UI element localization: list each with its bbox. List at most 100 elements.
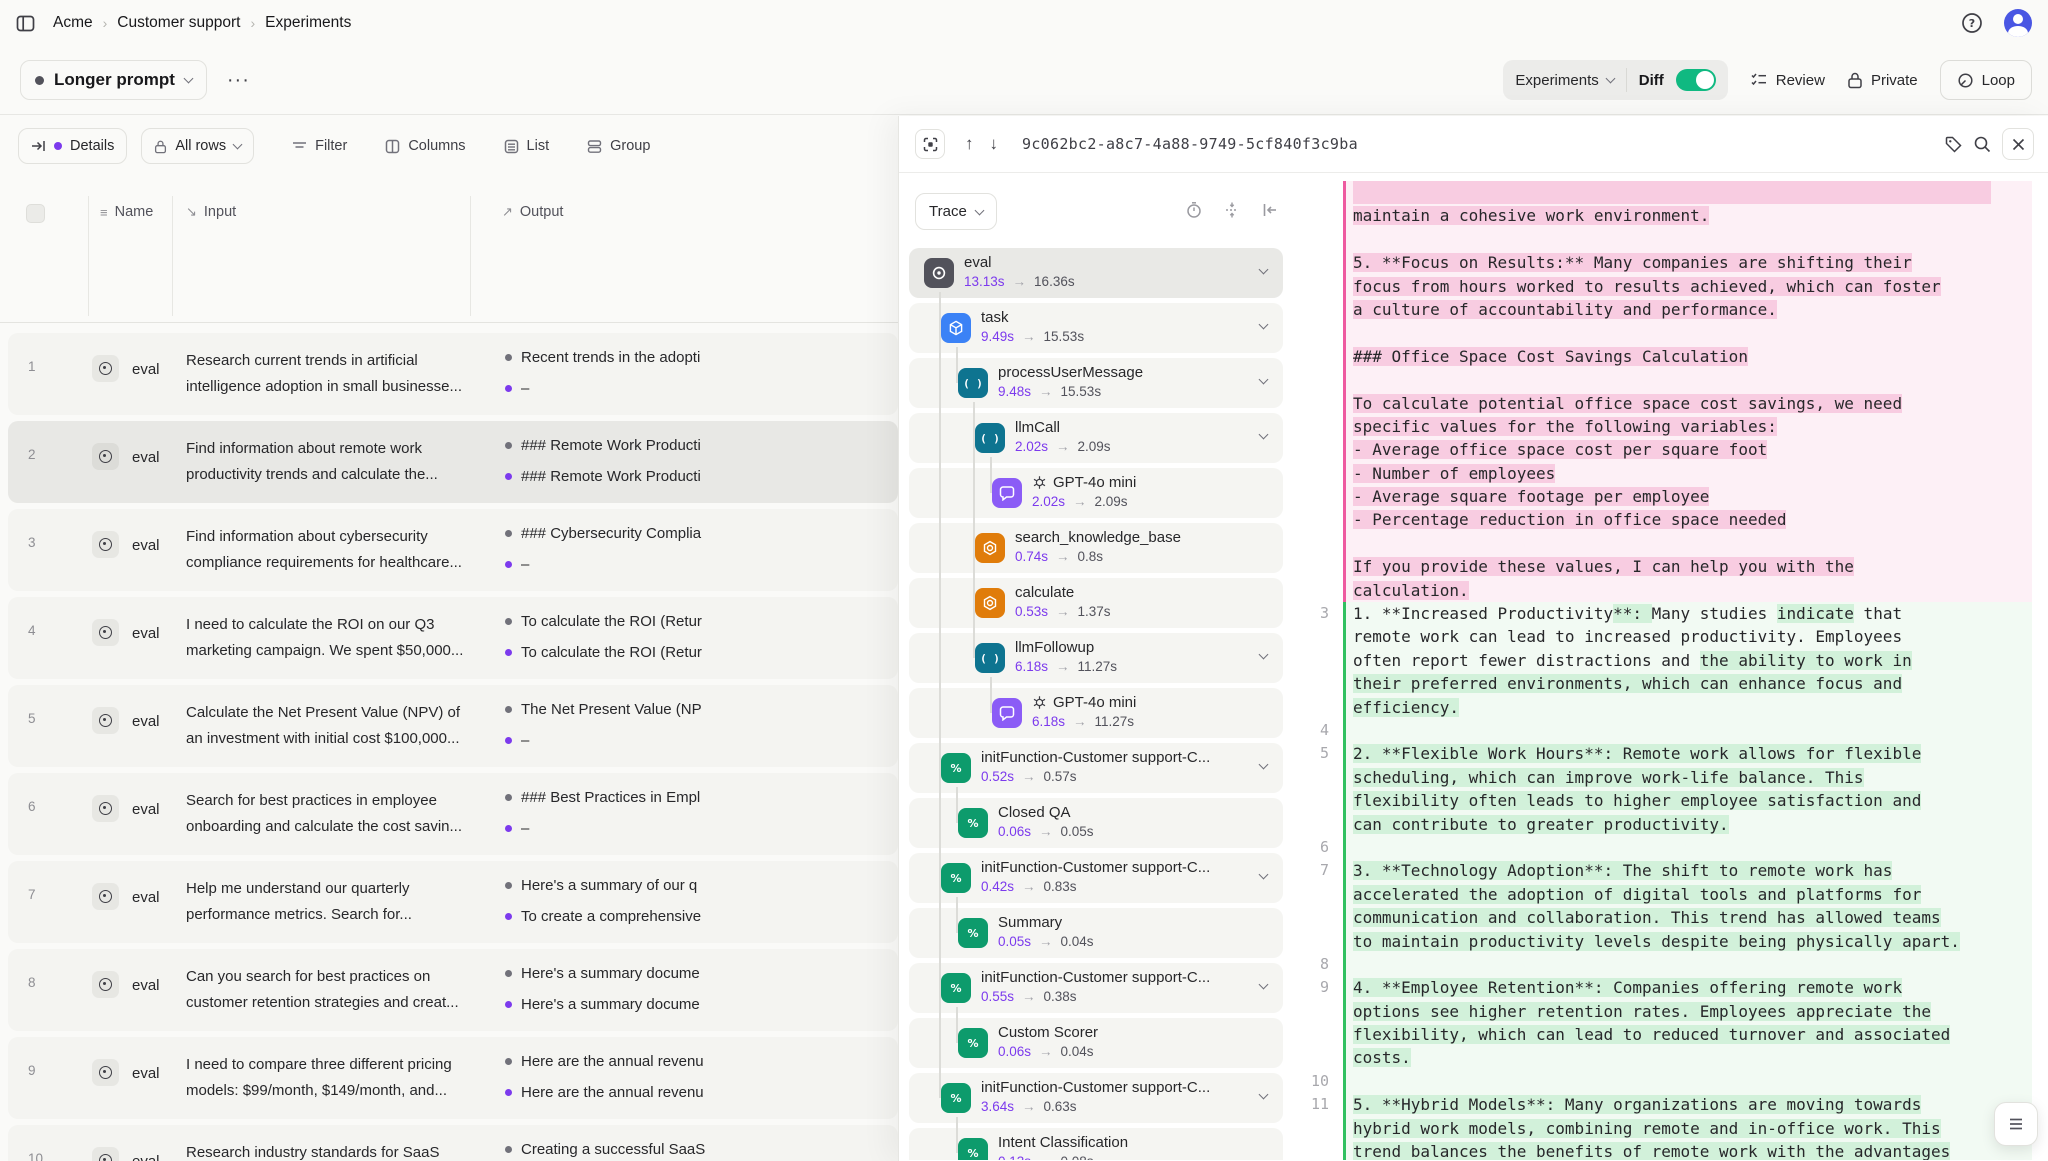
trace-view-selector[interactable]: Trace <box>915 193 997 230</box>
trace-view-label: Trace <box>929 203 967 220</box>
svg-text:%: % <box>967 927 978 940</box>
row-output-base: To calculate the ROI (Retur <box>505 613 897 630</box>
collapse-vertical-icon[interactable] <box>1223 201 1241 219</box>
compare-output-dot <box>505 1001 512 1008</box>
row-input: Research current trends in artificial in… <box>186 348 468 400</box>
table-row[interactable]: 7 eval Help me understand our quarterly … <box>8 861 898 943</box>
trace-node[interactable]: ( ) llmCall 2.02s→2.09s <box>909 413 1283 463</box>
columns-button[interactable]: Columns <box>385 138 465 154</box>
trace-node[interactable]: % initFunction-Customer support-C... 3.6… <box>909 1073 1283 1123</box>
column-header-input[interactable]: ↘ Input <box>186 204 236 220</box>
svg-text:( ): ( ) <box>981 652 999 665</box>
row-input: Find information about remote work produ… <box>186 436 468 488</box>
compare-output-dot <box>505 737 512 744</box>
trace-node[interactable]: eval 13.13s→16.36s <box>909 248 1283 298</box>
breadcrumb-separator: › <box>251 15 256 31</box>
tag-icon[interactable] <box>1944 135 1963 154</box>
table-row[interactable]: 3 eval Find information about cybersecur… <box>8 509 898 591</box>
details-button[interactable]: Details <box>18 128 127 164</box>
trace-node[interactable]: GPT-4o mini 2.02s→2.09s <box>909 468 1283 518</box>
column-header-output[interactable]: ↗ Output <box>502 204 563 220</box>
diff-line-number <box>1291 1117 1343 1140</box>
group-button[interactable]: Group <box>587 138 650 154</box>
column-header-name[interactable]: ≡ Name <box>100 204 153 220</box>
trace-node-label: initFunction-Customer support-C... <box>981 969 1210 986</box>
diff-line-number: 5 <box>1291 742 1343 765</box>
base-output-dot <box>505 1058 512 1065</box>
trace-panel-header: ↑ ↓ 9c062bc2-a8c7-4a88-9749-5cf840f3c9ba <box>899 116 2048 173</box>
list-button[interactable]: List <box>504 138 550 154</box>
sidebar-toggle-icon[interactable] <box>16 14 35 33</box>
trace-node[interactable]: % Intent Classification 0.13s→0.08s <box>909 1128 1283 1160</box>
row-input: Help me understand our quarterly perform… <box>186 876 468 928</box>
filter-button[interactable]: Filter <box>292 138 347 154</box>
trace-node[interactable]: % initFunction-Customer support-C... 0.5… <box>909 963 1283 1013</box>
diff-line <box>1291 532 2048 555</box>
checklist-icon <box>1750 71 1768 89</box>
table-row[interactable]: 1 eval Research current trends in artifi… <box>8 333 898 415</box>
close-icon[interactable] <box>2002 128 2034 160</box>
previous-row-icon[interactable]: ↑ <box>957 130 982 158</box>
diff-line <box>1291 228 2048 251</box>
trace-node[interactable]: ( ) processUserMessage 9.48s→15.53s <box>909 358 1283 408</box>
trace-node[interactable]: search_knowledge_base 0.74s→0.8s <box>909 523 1283 573</box>
loop-button[interactable]: Loop <box>1940 60 2032 100</box>
breadcrumb-section[interactable]: Experiments <box>265 14 351 32</box>
experiment-selector[interactable]: Longer prompt <box>20 60 207 100</box>
next-row-icon[interactable]: ↓ <box>982 130 1007 158</box>
table-row[interactable]: 2 eval Find information about remote wor… <box>8 421 898 503</box>
breadcrumb-org[interactable]: Acme <box>53 14 93 32</box>
view-mode-selector[interactable]: Experiments <box>1515 72 1613 89</box>
timer-icon[interactable] <box>1185 201 1203 219</box>
user-avatar[interactable] <box>2004 9 2032 37</box>
trace-node[interactable]: % Custom Scorer 0.06s→0.04s <box>909 1018 1283 1068</box>
help-icon[interactable]: ? <box>1960 11 1984 35</box>
expand-panel-icon[interactable] <box>915 129 945 159</box>
layout-menu-button[interactable] <box>1994 1102 2038 1146</box>
trace-node[interactable]: % initFunction-Customer support-C... 0.5… <box>909 743 1283 793</box>
trace-tree: eval 13.13s→16.36s task 9.49s→15.53s ( )… <box>909 248 1285 1160</box>
row-output-compare: ### Remote Work Producti <box>505 468 897 485</box>
table-row[interactable]: 9 eval I need to compare three different… <box>8 1037 898 1119</box>
trace-node[interactable]: % Summary 0.05s→0.04s <box>909 908 1283 958</box>
row-output-compare: – <box>505 732 897 749</box>
diff-line-number <box>1291 368 1343 391</box>
base-output-dot <box>505 794 512 801</box>
table-row[interactable]: 8 eval Can you search for best practices… <box>8 949 898 1031</box>
trace-node[interactable]: calculate 0.53s→1.37s <box>909 578 1283 628</box>
diff-line: 8 <box>1291 953 2048 976</box>
trace-node[interactable]: GPT-4o mini 6.18s→11.27s <box>909 688 1283 738</box>
table-row[interactable]: 4 eval I need to calculate the ROI on ou… <box>8 597 898 679</box>
search-icon[interactable] <box>1973 135 1992 154</box>
trace-node[interactable]: % initFunction-Customer support-C... 0.4… <box>909 853 1283 903</box>
select-all-checkbox[interactable] <box>26 204 45 223</box>
columns-icon <box>385 139 400 154</box>
trace-node[interactable]: task 9.49s→15.53s <box>909 303 1283 353</box>
diff-toggle[interactable] <box>1676 69 1716 91</box>
diff-line: specific values for the following variab… <box>1291 415 2048 438</box>
trace-node-durations: 6.18s→11.27s <box>1032 714 1134 729</box>
more-options-button[interactable]: ··· <box>221 63 256 98</box>
review-button[interactable]: Review <box>1750 71 1825 89</box>
rows-filter-button[interactable]: All rows <box>141 128 254 164</box>
table-row[interactable]: 5 eval Calculate the Net Present Value (… <box>8 685 898 767</box>
column-header-label: Name <box>115 204 154 220</box>
trace-node[interactable]: ( ) llmFollowup 6.18s→11.27s <box>909 633 1283 683</box>
trace-node-durations: 0.55s→0.38s <box>981 989 1077 1004</box>
diff-line: 4 <box>1291 719 2048 742</box>
table-row[interactable]: 10 eval Research industry standards for … <box>8 1125 898 1161</box>
breadcrumb-project[interactable]: Customer support <box>117 14 240 32</box>
row-number: 8 <box>28 975 36 990</box>
base-output-dot <box>505 1146 512 1153</box>
chevron-down-icon <box>1259 265 1269 275</box>
trace-node[interactable]: % Closed QA 0.06s→0.05s <box>909 798 1283 848</box>
table-row[interactable]: 6 eval Search for best practices in empl… <box>8 773 898 855</box>
diff-line: - Number of employees <box>1291 462 2048 485</box>
diff-line-number <box>1291 579 1343 602</box>
trace-node-durations: 0.52s→0.57s <box>981 769 1077 784</box>
chat-bubble-icon <box>992 698 1022 728</box>
divider <box>1626 68 1627 92</box>
collapse-panel-icon[interactable] <box>1261 201 1279 219</box>
row-name: eval <box>132 537 160 554</box>
private-button[interactable]: Private <box>1847 71 1918 89</box>
